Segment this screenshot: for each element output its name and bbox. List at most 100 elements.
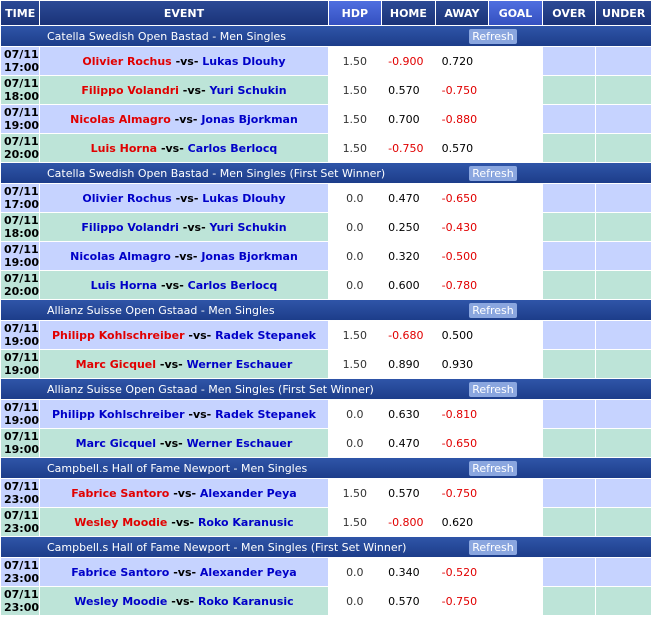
home-odds[interactable]: 0.630 xyxy=(382,400,435,428)
away-odds[interactable]: -0.750 xyxy=(435,587,489,615)
home-odds[interactable]: -0.900 xyxy=(382,47,435,75)
away-player[interactable]: Radek Stepanek xyxy=(215,408,316,421)
refresh-button[interactable]: Refresh xyxy=(469,382,517,397)
handicap-value: 0.0 xyxy=(328,242,382,270)
home-player[interactable]: Olivier Rochus xyxy=(82,192,171,205)
away-odds[interactable]: -0.650 xyxy=(435,429,489,457)
goal-cell xyxy=(489,400,542,428)
under-cell xyxy=(596,429,651,457)
goal-cell xyxy=(489,184,542,212)
away-player[interactable]: Jonas Bjorkman xyxy=(201,113,297,126)
away-player[interactable]: Jonas Bjorkman xyxy=(201,250,297,263)
home-odds[interactable]: 0.570 xyxy=(382,479,435,507)
goal-cell xyxy=(489,47,542,75)
home-player[interactable]: Marc Gicquel xyxy=(76,437,156,450)
home-player[interactable]: Filippo Volandri xyxy=(81,84,179,97)
home-odds[interactable]: 0.600 xyxy=(382,271,435,299)
away-odds[interactable]: -0.750 xyxy=(435,76,489,104)
away-player[interactable]: Carlos Berlocq xyxy=(188,142,278,155)
home-odds[interactable]: 0.470 xyxy=(382,429,435,457)
match-time: 07/11 19:00 xyxy=(1,429,40,457)
home-odds[interactable]: 0.570 xyxy=(382,76,435,104)
home-player[interactable]: Marc Gicquel xyxy=(76,358,156,371)
away-odds[interactable]: -0.520 xyxy=(435,558,489,586)
match-date: 07/11 xyxy=(4,559,39,572)
match-date: 07/11 xyxy=(4,401,39,414)
away-player[interactable]: Yuri Schukin xyxy=(209,221,286,234)
home-player[interactable]: Luis Horna xyxy=(91,279,157,292)
away-player[interactable]: Roko Karanusic xyxy=(198,595,294,608)
home-player[interactable]: Luis Horna xyxy=(91,142,157,155)
home-player[interactable]: Nicolas Almagro xyxy=(70,113,171,126)
match-time: 07/11 23:00 xyxy=(1,479,40,507)
home-player[interactable]: Fabrice Santoro xyxy=(71,487,169,500)
away-odds[interactable]: 0.500 xyxy=(435,321,489,349)
away-player[interactable]: Carlos Berlocq xyxy=(188,279,278,292)
home-player[interactable]: Wesley Moodie xyxy=(74,516,167,529)
away-odds[interactable]: -0.650 xyxy=(435,184,489,212)
match-row: 07/11 17:00 Olivier Rochus -vs- Lukas Dlou… xyxy=(1,47,651,75)
league-title-cell: Allianz Suisse Open Gstaad - Men Singles… xyxy=(1,379,651,399)
away-player[interactable]: Werner Eschauer xyxy=(187,437,293,450)
away-player[interactable]: Alexander Peya xyxy=(200,487,297,500)
refresh-button[interactable]: Refresh xyxy=(469,461,517,476)
home-player[interactable]: Wesley Moodie xyxy=(74,595,167,608)
away-odds[interactable]: 0.720 xyxy=(435,47,489,75)
away-player[interactable]: Lukas Dlouhy xyxy=(202,55,285,68)
league-title: Allianz Suisse Open Gstaad - Men Singles xyxy=(47,303,275,317)
away-odds[interactable]: -0.880 xyxy=(435,105,489,133)
refresh-button[interactable]: Refresh xyxy=(469,303,517,318)
away-player[interactable]: Lukas Dlouhy xyxy=(202,192,285,205)
away-odds[interactable]: -0.430 xyxy=(435,213,489,241)
home-odds[interactable]: 0.320 xyxy=(382,242,435,270)
match-date: 07/11 xyxy=(4,48,39,61)
home-odds[interactable]: 0.700 xyxy=(382,105,435,133)
home-odds[interactable]: 0.890 xyxy=(382,350,435,378)
away-player[interactable]: Roko Karanusic xyxy=(198,516,294,529)
vs-separator: -vs- xyxy=(173,486,197,500)
vs-separator: -vs- xyxy=(160,141,184,155)
away-player[interactable]: Radek Stepanek xyxy=(215,329,316,342)
away-player[interactable]: Werner Eschauer xyxy=(187,358,293,371)
home-odds[interactable]: 0.570 xyxy=(382,587,435,615)
home-player[interactable]: Filippo Volandri xyxy=(81,221,179,234)
refresh-button[interactable]: Refresh xyxy=(469,540,517,555)
match-date: 07/11 xyxy=(4,214,39,227)
handicap-value: 1.50 xyxy=(328,479,382,507)
away-odds[interactable]: 0.570 xyxy=(435,134,489,162)
home-player[interactable]: Olivier Rochus xyxy=(82,55,171,68)
under-cell xyxy=(596,508,651,536)
match-hour: 19:00 xyxy=(4,256,40,269)
match-event: Marc Gicquel -vs- Werner Eschauer xyxy=(40,429,328,457)
home-odds[interactable]: 0.340 xyxy=(382,558,435,586)
away-odds[interactable]: -0.750 xyxy=(435,479,489,507)
away-odds[interactable]: 0.930 xyxy=(435,350,489,378)
away-player[interactable]: Alexander Peya xyxy=(200,566,297,579)
home-player[interactable]: Philipp Kohlschreiber xyxy=(52,408,185,421)
handicap-value: 1.50 xyxy=(328,321,382,349)
match-row: 07/11 23:00 Wesley Moodie -vs- Roko Karanu… xyxy=(1,587,651,615)
match-time: 07/11 23:00 xyxy=(1,558,40,586)
vs-separator: -vs- xyxy=(159,357,183,371)
home-player[interactable]: Nicolas Almagro xyxy=(70,250,171,263)
away-odds[interactable]: 0.620 xyxy=(435,508,489,536)
over-cell xyxy=(542,479,596,507)
away-odds[interactable]: -0.780 xyxy=(435,271,489,299)
home-odds[interactable]: 0.250 xyxy=(382,213,435,241)
vs-separator: -vs- xyxy=(182,83,206,97)
home-odds[interactable]: -0.680 xyxy=(382,321,435,349)
refresh-button[interactable]: Refresh xyxy=(469,29,517,44)
match-row: 07/11 20:00 Luis Horna -vs- Carlos Berlocq… xyxy=(1,271,651,299)
away-odds[interactable]: -0.500 xyxy=(435,242,489,270)
home-odds[interactable]: 0.470 xyxy=(382,184,435,212)
match-hour: 19:00 xyxy=(4,443,40,456)
home-player[interactable]: Philipp Kohlschreiber xyxy=(52,329,185,342)
home-odds[interactable]: -0.800 xyxy=(382,508,435,536)
home-player[interactable]: Fabrice Santoro xyxy=(71,566,169,579)
away-odds[interactable]: -0.810 xyxy=(435,400,489,428)
header-time: TIME xyxy=(1,1,40,25)
under-cell xyxy=(596,76,651,104)
home-odds[interactable]: -0.750 xyxy=(382,134,435,162)
away-player[interactable]: Yuri Schukin xyxy=(209,84,286,97)
refresh-button[interactable]: Refresh xyxy=(469,166,517,181)
